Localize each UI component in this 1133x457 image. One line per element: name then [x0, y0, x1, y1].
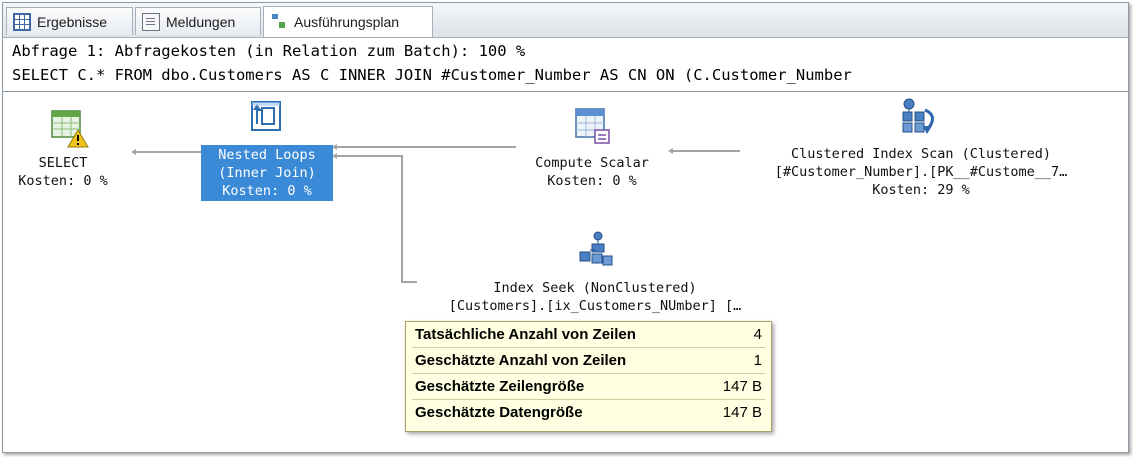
connector-compute-scan — [672, 150, 740, 152]
tooltip-row: Geschätzte Datengröße 147 B — [406, 400, 771, 426]
select-operator[interactable]: SELECT Kosten: 0 % — [11, 154, 115, 190]
tab-messages-label: Meldungen — [166, 13, 236, 30]
nested-loops-name1: Nested Loops — [218, 147, 316, 163]
query-header: Abfrage 1: Abfragekosten (in Relation zu… — [3, 38, 1128, 92]
nested-loops-icon[interactable] — [249, 98, 285, 134]
index-seek-icon[interactable] — [576, 230, 616, 270]
tab-execution-plan[interactable]: Ausführungsplan — [263, 6, 433, 37]
select-warning-icon[interactable] — [50, 108, 90, 148]
connector-nested-seek-v — [401, 155, 403, 282]
clustered-scan-name1: Clustered Index Scan (Clustered) — [790, 146, 1052, 162]
query-sql-line: SELECT C.* FROM dbo.Customers AS C INNER… — [12, 66, 852, 84]
index-seek-operator[interactable]: Index Seek (NonClustered) [Customers].[i… — [405, 279, 785, 315]
nested-loops-name2: (Inner Join) — [218, 165, 316, 181]
connector-arrowhead — [668, 148, 673, 154]
messages-icon — [142, 12, 160, 31]
tab-messages[interactable]: Meldungen — [135, 7, 261, 35]
connector-nested-compute — [336, 146, 516, 148]
tooltip-value: 147 B — [722, 378, 762, 395]
tooltip-value: 4 — [753, 326, 762, 343]
select-operator-cost: Kosten: 0 % — [18, 173, 108, 189]
tooltip-label: Geschätzte Zeilengröße — [415, 378, 585, 395]
compute-scalar-operator[interactable]: Compute Scalar Kosten: 0 % — [516, 154, 668, 190]
tooltip-label: Geschätzte Anzahl von Zeilen — [415, 352, 627, 369]
compute-scalar-icon[interactable] — [573, 106, 613, 146]
tooltip-label: Geschätzte Datengröße — [415, 404, 583, 421]
compute-scalar-name: Compute Scalar — [535, 155, 649, 171]
query-cost-line: Abfrage 1: Abfragekosten (in Relation zu… — [12, 42, 526, 60]
clustered-index-scan-operator[interactable]: Clustered Index Scan (Clustered) [#Custo… — [743, 145, 1099, 199]
tab-results[interactable]: Ergebnisse — [6, 7, 133, 35]
tooltip-value: 147 B — [722, 404, 762, 421]
operator-tooltip: Tatsächliche Anzahl von Zeilen 4 Geschät… — [405, 321, 772, 432]
clustered-index-scan-icon[interactable] — [899, 96, 943, 136]
clustered-scan-name2: [#Customer_Number].[PK__#Custome__7… — [774, 164, 1068, 180]
nested-loops-cost: Kosten: 0 % — [222, 183, 312, 199]
nested-loops-operator[interactable]: Nested Loops (Inner Join) Kosten: 0 % — [201, 145, 333, 201]
clustered-scan-cost: Kosten: 29 % — [872, 182, 970, 198]
compute-scalar-cost: Kosten: 0 % — [547, 173, 637, 189]
connector-select-nested — [136, 151, 202, 153]
tooltip-row: Geschätzte Zeilengröße 147 B — [406, 374, 771, 400]
results-grid-icon — [13, 12, 31, 31]
tooltip-value: 1 — [753, 352, 762, 369]
tooltip-label: Tatsächliche Anzahl von Zeilen — [415, 326, 636, 343]
tab-bar: Ergebnisse Meldungen Ausführungsplan — [3, 3, 1128, 38]
tooltip-row: Tatsächliche Anzahl von Zeilen 4 — [406, 322, 771, 348]
execution-plan-icon — [270, 13, 288, 31]
connector-nested-seek-h1 — [336, 155, 402, 157]
tab-results-label: Ergebnisse — [37, 13, 108, 30]
execution-plan-window: Ergebnisse Meldungen Ausführungsplan Abf… — [2, 2, 1129, 453]
connector-arrowhead — [131, 149, 136, 155]
index-seek-name1: Index Seek (NonClustered) — [493, 280, 697, 296]
index-seek-name2: [Customers].[ix_Customers_NUmber] [… — [448, 298, 742, 314]
tooltip-row: Geschätzte Anzahl von Zeilen 1 — [406, 348, 771, 374]
tab-execution-plan-label: Ausführungsplan — [294, 14, 400, 30]
select-operator-name: SELECT — [38, 155, 88, 171]
